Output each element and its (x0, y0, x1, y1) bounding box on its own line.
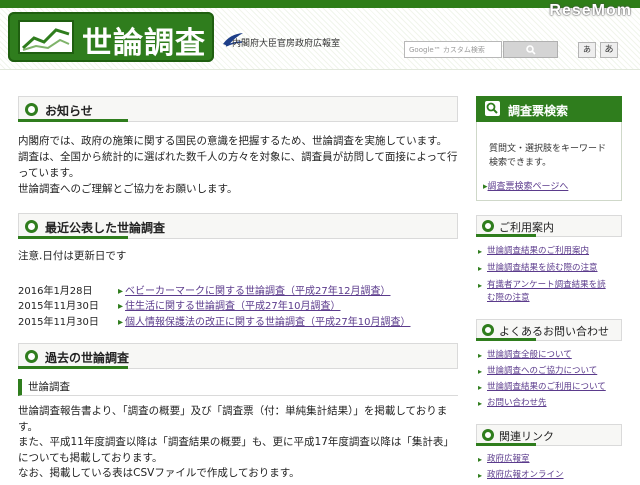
recent-surveys-title: 最近公表した世論調査 (45, 221, 166, 235)
related-links-header: 関連リンク (476, 424, 622, 446)
notice-text: 内閣府では、政府の施策に関する国民の意識を把握するため、世論調査を実施しています… (18, 133, 463, 197)
questionnaire-search-header: 調査票検索 (476, 96, 622, 122)
circle-bullet-icon (25, 103, 38, 116)
news-link[interactable]: 個人情報保護法の改正に関する世論調査（平成27年10月調査） (118, 313, 410, 328)
search-icon (485, 101, 500, 116)
past-line: す。 (18, 420, 38, 433)
font-size-large-button[interactable]: あ (600, 42, 618, 58)
questionnaire-search-title: 調査票検索 (508, 104, 569, 118)
past-surveys-header: 過去の世論調査 (18, 343, 458, 369)
link-label: 世論調査全般について (487, 350, 572, 360)
news-link[interactable]: ベビーカーマークに関する世論調査（平成27年12月調査） (118, 282, 390, 297)
arrow-icon: ▸ (478, 455, 483, 464)
notice-title: お知らせ (45, 104, 93, 118)
related-links-title: 関連リンク (499, 430, 554, 443)
questionnaire-search-box: 質問文・選択肢をキーワード 検索できます。 ▸調査票検索ページへ (476, 122, 622, 201)
notice-line: っています。 (18, 167, 80, 179)
site-logo[interactable]: 世論調査 (8, 12, 214, 62)
site-header: 世論調査 内閣府大臣官房政府広報室 Google™ カスタム検索 あ あ (0, 8, 640, 70)
arrow-icon: ▸ (478, 247, 483, 256)
notice-line: 世論調査へのご理解とご協力をお願いします。 (18, 183, 238, 195)
watermark: ReseMom (549, 2, 632, 19)
notice-header: お知らせ (18, 96, 458, 122)
arrow-icon: ▸ (478, 367, 483, 376)
circle-bullet-icon (482, 220, 494, 232)
past-line: についても掲載しております。 (18, 451, 163, 464)
arrow-icon: ▸ (478, 281, 483, 290)
link-label: 調査票検索ページへ (487, 182, 569, 192)
past-line: なお、掲載している表はCSVファイルで作成しております。 (18, 467, 300, 479)
subsection-title: 世論調査 (18, 379, 458, 396)
arrow-icon: ▸ (478, 351, 483, 360)
past-line: 世論調査報告書より、「調査の概要」及び「調査票（付：単純集計結果）」を掲載してお… (18, 405, 448, 417)
top-accent-bar (0, 0, 640, 8)
desc-line: 検索できます。 (489, 158, 552, 168)
link-label: 世論調査結果のご利用案内 (487, 246, 590, 256)
desc-line: 質問文・選択肢をキーワード (489, 144, 607, 154)
date-note: 注意.日付は更新日です (18, 250, 127, 262)
questionnaire-search-link[interactable]: ▸調査票検索ページへ (483, 179, 568, 192)
link-label: 有識者アンケート調査結果を読 (487, 280, 606, 290)
faq-title: よくあるお問い合わせ (499, 325, 609, 338)
past-surveys-title: 過去の世論調査 (45, 351, 130, 365)
link-label: 世論調査結果を読む際の注意 (487, 263, 598, 273)
search-button[interactable] (503, 41, 558, 58)
arrow-icon: ▸ (478, 471, 483, 480)
news-date: 2015年11月30日 (18, 317, 99, 328)
logo-text: 世論調査 (82, 26, 206, 61)
arrow-icon: ▸ (478, 383, 483, 392)
circle-bullet-icon (25, 220, 38, 233)
link-label: 政府広報室 (487, 454, 530, 464)
notice-line: 内閣府では、政府の施策に関する国民の意識を把握するため、世論調査を実施しています… (18, 135, 448, 147)
office-name: 内閣府大臣官房政府広報室 (232, 39, 341, 49)
arrow-icon: ▸ (478, 399, 483, 408)
faq-header: よくあるお問い合わせ (476, 319, 622, 341)
guide-title: ご利用案内 (499, 221, 554, 234)
news-link[interactable]: 住生活に関する世論調査（平成27年10月調査） (118, 297, 340, 312)
link-label: お問い合わせ先 (487, 398, 547, 408)
search-icon (526, 45, 536, 55)
font-size-small-button[interactable]: あ (578, 42, 596, 58)
search-input[interactable]: Google™ カスタム検索 (404, 41, 502, 58)
link-label: む際の注意 (487, 293, 530, 303)
circle-bullet-icon (25, 350, 38, 363)
chart-icon (18, 20, 74, 54)
news-date: 2015年11月30日 (18, 301, 99, 312)
past-line: また、平成11年度調査以降は「調査結果の概要」も、更に平成17年度調査以降は「集… (18, 436, 454, 448)
link-label: 世論調査へのご協力について (487, 366, 598, 376)
guide-header: ご利用案内 (476, 215, 622, 237)
questionnaire-search-desc: 質問文・選択肢をキーワード 検索できます。 (489, 142, 606, 170)
circle-bullet-icon (482, 429, 494, 441)
news-date: 2016年1月28日 (18, 286, 93, 297)
notice-line: 調査は、全国から統計的に選ばれた数千人の方々を対象に、調査員が訪問して面接によっ… (18, 151, 458, 163)
recent-surveys-header: 最近公表した世論調査 (18, 213, 458, 239)
link-label: 世論調査結果のご利用について (487, 382, 606, 392)
link-label: 政府広報オンライン (487, 470, 564, 480)
circle-bullet-icon (482, 324, 494, 336)
arrow-icon: ▸ (478, 264, 483, 273)
past-text: 世論調査報告書より、「調査の概要」及び「調査票（付：単純集計結果）」を掲載してお… (18, 404, 463, 482)
